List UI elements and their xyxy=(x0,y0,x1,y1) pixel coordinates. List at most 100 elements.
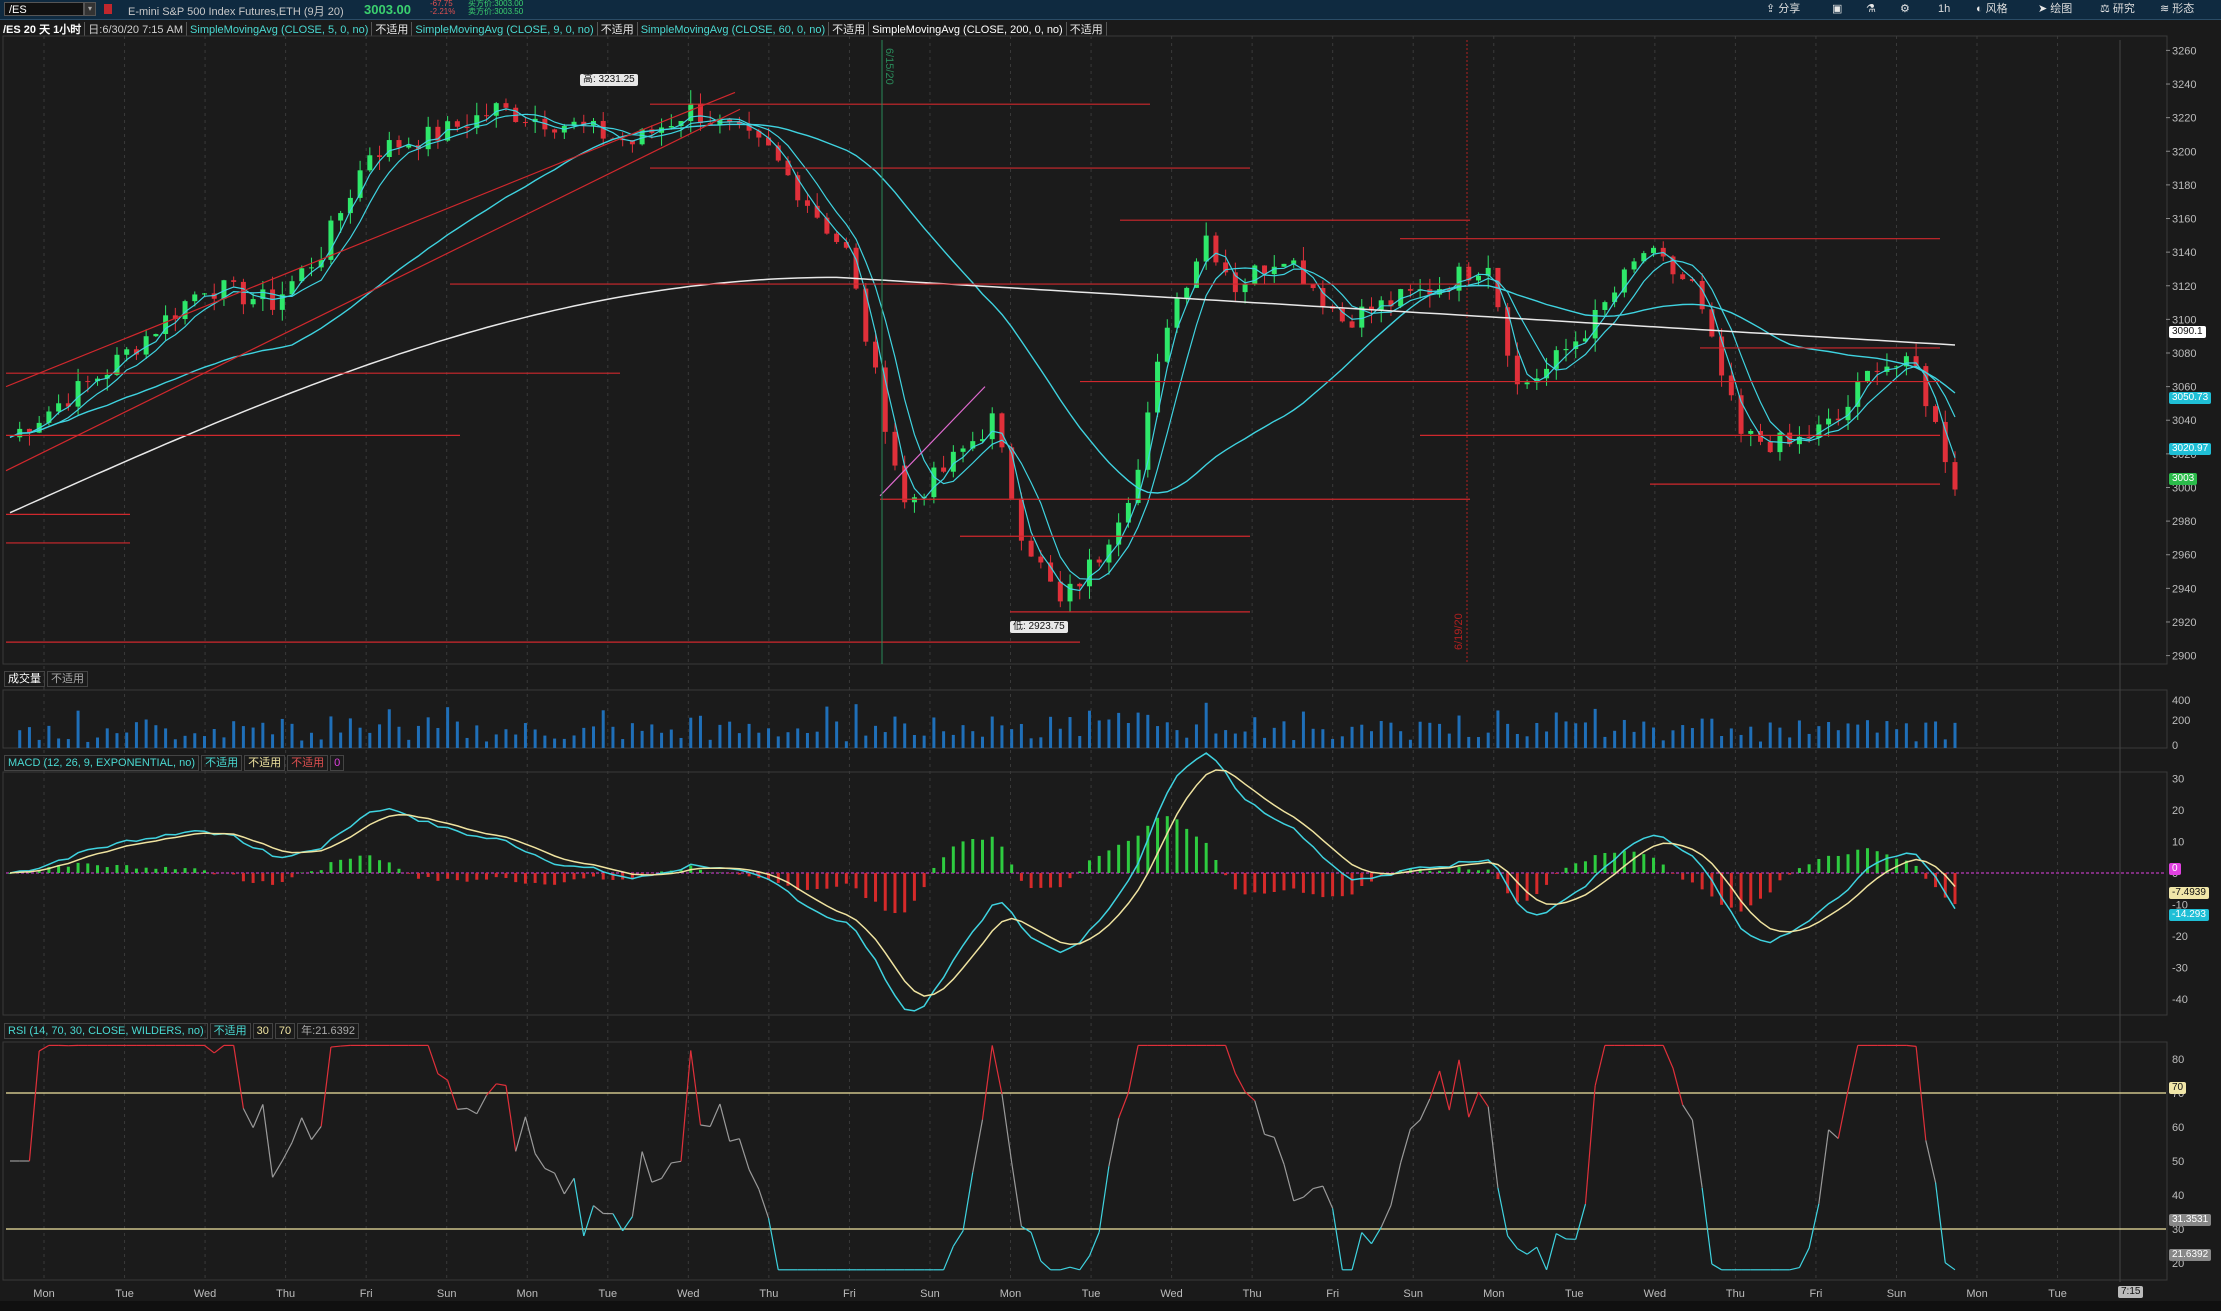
volume-bar xyxy=(912,735,916,748)
volume-bar xyxy=(125,732,129,748)
candle-body xyxy=(1067,583,1073,602)
event-label-1: 6/15/20 xyxy=(883,48,895,85)
macd-histogram-bar xyxy=(125,865,129,873)
candle-body xyxy=(1933,406,1939,422)
volume-bar xyxy=(1535,722,1539,748)
volume-bar xyxy=(1759,741,1762,748)
volume-bar xyxy=(1243,731,1247,748)
volume-bar xyxy=(1486,732,1490,748)
volume-bar xyxy=(1029,738,1033,748)
macd-histogram-bar xyxy=(1360,872,1364,887)
candle-body xyxy=(834,233,840,243)
volume-bar xyxy=(864,735,868,748)
volume-bar xyxy=(1593,708,1597,748)
candle-body xyxy=(873,341,879,368)
macd-histogram-bar xyxy=(1126,840,1130,873)
volume-bar xyxy=(1019,723,1023,748)
volume-value: 不适用 xyxy=(47,671,88,687)
volume-bar xyxy=(514,734,518,748)
time-axis-label: Wed xyxy=(194,1288,216,1300)
macd-histogram-bar xyxy=(1165,816,1169,873)
volume-bar xyxy=(1739,734,1743,748)
candle-body xyxy=(503,103,509,108)
volume-bar xyxy=(96,737,100,748)
candle-body xyxy=(85,381,91,383)
volume-bar xyxy=(1087,710,1091,748)
volume-bar xyxy=(290,723,294,748)
macd-histogram-bar xyxy=(1068,872,1072,879)
volume-bar xyxy=(621,739,625,748)
candle-body xyxy=(1592,309,1598,339)
macd-histogram-bar xyxy=(475,872,479,880)
macd-axis-label: -30 xyxy=(2172,963,2188,975)
macd-histogram-bar xyxy=(1788,872,1792,875)
volume-bar xyxy=(1000,725,1004,748)
macd-histogram-bar xyxy=(1914,865,1918,873)
macd-histogram-bar xyxy=(290,872,294,878)
volume-bar xyxy=(1564,721,1568,748)
time-axis-label: Wed xyxy=(1160,1288,1182,1300)
macd-histogram-bar xyxy=(1010,864,1014,873)
macd-histogram-bar xyxy=(212,872,216,875)
volume-bar xyxy=(1603,736,1607,748)
macd-histogram-bar xyxy=(96,865,100,873)
volume-bar xyxy=(1690,728,1694,748)
volume-bar xyxy=(942,731,946,748)
price-axis-label: 3220 xyxy=(2172,113,2196,125)
macd-histogram-bar xyxy=(903,872,907,913)
macd-histogram-bar xyxy=(397,868,401,873)
macd-tag-value: -14.293 xyxy=(2169,909,2209,921)
macd-histogram-bar xyxy=(825,872,829,889)
volume-bar xyxy=(903,723,907,748)
volume-bar xyxy=(1010,729,1014,748)
candle-body xyxy=(367,155,373,171)
time-axis-label: Sun xyxy=(920,1288,940,1300)
volume-bar xyxy=(241,726,245,748)
chart-canvas[interactable]: Mon Tue Wed Thu Fri Sun Mon Tue Wed Thu Fri Sun Mon T… xyxy=(0,0,2221,1311)
macd-histogram-bar xyxy=(844,872,848,884)
macd-histogram-bar xyxy=(1622,850,1626,873)
time-axis-label: Mon xyxy=(1000,1288,1021,1300)
candle-body xyxy=(1524,382,1530,385)
volume-bar xyxy=(1321,729,1325,748)
volume-bar xyxy=(893,716,897,748)
price-axis-label: 3180 xyxy=(2172,180,2196,192)
volume-bar xyxy=(543,735,547,748)
macd-axis-label: -40 xyxy=(2172,994,2188,1006)
candle-body xyxy=(153,334,159,337)
macd-histogram-bar xyxy=(1117,844,1121,873)
volume-bar xyxy=(1185,737,1189,748)
volume-bar xyxy=(796,728,800,748)
volume-bar xyxy=(1049,716,1053,748)
macd-histogram-bar xyxy=(1603,852,1607,873)
time-axis-label: Mon xyxy=(1483,1288,1504,1300)
volume-bar xyxy=(582,727,586,748)
volume-bar xyxy=(689,717,693,748)
price-axis-label: 3200 xyxy=(2172,146,2196,158)
macd-histogram-bar xyxy=(1058,872,1062,888)
time-axis-label: Fri xyxy=(1810,1288,1823,1300)
rsi-axis-label: 50 xyxy=(2172,1156,2184,1168)
macd-histogram-bar xyxy=(1671,872,1675,874)
volume-bar xyxy=(1953,722,1957,748)
macd-histogram-bar xyxy=(309,871,313,873)
volume-bar xyxy=(1438,723,1442,748)
macd-histogram-bar xyxy=(183,868,187,873)
volume-bar xyxy=(1379,721,1383,748)
volume-panel-title: 成交量 不适用 xyxy=(4,671,90,687)
rsi-axis-label: 40 xyxy=(2172,1190,2184,1202)
candle-body xyxy=(1602,302,1608,310)
macd-histogram-bar xyxy=(407,872,411,874)
candle-body xyxy=(1028,540,1034,557)
volume-bar xyxy=(1389,722,1393,748)
price-axis-label: 2960 xyxy=(2172,550,2196,562)
volume-bar xyxy=(1408,739,1412,748)
macd-histogram-bar xyxy=(1428,870,1432,873)
volume-bar xyxy=(1729,728,1733,748)
volume-bar xyxy=(1457,715,1461,748)
bottom-scrollbar[interactable] xyxy=(0,1301,2221,1311)
volume-bar xyxy=(1146,714,1150,748)
volume-bar xyxy=(1846,723,1850,748)
macd-histogram-bar xyxy=(86,863,90,873)
macd-histogram-bar xyxy=(76,862,80,873)
